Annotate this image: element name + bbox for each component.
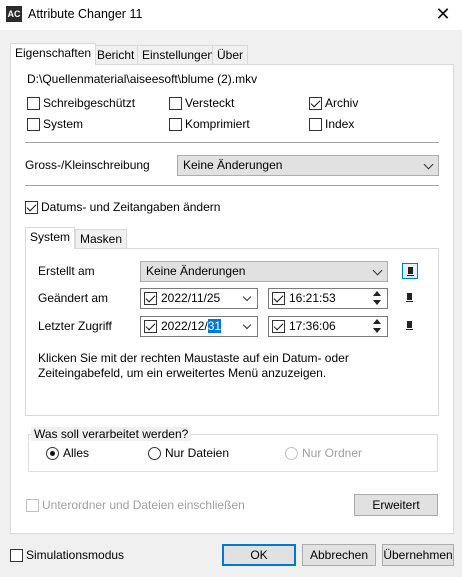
checkbox-system[interactable] [27,118,40,131]
apply-button[interactable]: Übernehmen [382,544,454,566]
chevron-down-icon [423,159,434,170]
label-index: Index [325,117,355,131]
label-alles: Alles [63,446,90,460]
separator [25,142,439,143]
checkbox-simulation[interactable] [10,549,23,562]
app-icon: AC [6,6,22,22]
modified-date-value: 2022/11/25 [161,291,221,305]
subtab-system[interactable]: System [25,227,76,249]
title-bar: AC Attribute Changer 11 ✕ [0,0,462,30]
ok-button[interactable]: OK [222,544,296,566]
modified-time-field[interactable]: 16:21:53 [268,288,388,309]
label-nur-dateien: Nur Dateien [165,446,230,460]
accessed-time-field[interactable]: 17:36:06 [268,316,388,337]
checkbox-archiv[interactable] [309,97,322,110]
modified-label: Geändert am [38,291,109,305]
label-archiv: Archiv [325,96,359,110]
datetime-label: Datums- und Zeitangaben ändern [41,200,221,214]
label-subfolders: Unterordner und Dateien einschließen [42,498,245,512]
checkbox-subfolders[interactable] [26,499,39,512]
separator [25,185,439,186]
accessed-menu-icon[interactable] [402,318,418,334]
modified-menu-icon[interactable] [402,290,418,306]
radio-nur-ordner[interactable] [285,447,298,460]
file-path: D:\Quellenmaterial\aiseesoft\blume (2).m… [27,72,258,86]
checkbox-datetime[interactable] [25,201,38,214]
modified-date-checkbox[interactable] [144,292,157,305]
modified-time-checkbox[interactable] [272,292,285,305]
created-select[interactable]: Keine Änderungen [140,261,388,282]
process-title: Was soll verarbeitet werden? [31,427,192,441]
cancel-button[interactable]: Abbrechen [302,544,376,566]
radio-nur-dateien[interactable] [148,447,161,460]
case-select-value: Keine Änderungen [183,158,283,172]
accessed-time-value: 17:36:06 [289,319,336,333]
radio-alles[interactable] [46,447,59,460]
tab-eigenschaften[interactable]: Eigenschaften [10,43,97,65]
chevron-down-icon[interactable] [242,292,252,302]
accessed-date-field[interactable]: 2022/12/31 [140,316,258,337]
accessed-date-value: 2022/12/31 [161,317,222,336]
label-versteckt: Versteckt [185,96,235,110]
tab-bericht[interactable]: Bericht [92,45,140,65]
modified-time-value: 16:21:53 [289,291,336,305]
label-nur-ordner: Nur Ordner [302,446,363,460]
subtab-masken[interactable]: Masken [75,229,128,249]
created-label: Erstellt am [38,264,95,278]
label-simulation: Simulationsmodus [26,548,125,562]
advanced-button[interactable]: Erweitert [354,494,438,516]
spinner-icon[interactable] [373,290,382,307]
checkbox-komprimiert[interactable] [169,118,182,131]
chevron-down-icon[interactable] [242,320,252,330]
accessed-date-prefix: 2022/12/ [161,319,208,333]
case-label: Gross-/Kleinschreibung [25,158,150,172]
close-icon[interactable]: ✕ [428,2,458,26]
label-schreibgeschuetzt: Schreibgeschützt [43,96,136,110]
accessed-date-checkbox[interactable] [144,320,157,333]
created-select-value: Keine Änderungen [146,264,246,278]
case-select[interactable]: Keine Änderungen [177,155,439,176]
label-system: System [43,117,84,131]
modified-date-field[interactable]: 2022/11/25 [140,288,258,309]
chevron-down-icon [372,265,383,276]
checkbox-schreibgeschuetzt[interactable] [27,97,40,110]
created-menu-icon[interactable] [402,263,418,279]
tab-einstellungen[interactable]: Einstellungen [137,45,220,65]
checkbox-index[interactable] [309,118,322,131]
window-title: Attribute Changer 11 [28,7,143,21]
spinner-icon[interactable] [373,318,382,335]
datetime-hint: Klicken Sie mit der rechten Maustaste au… [38,351,349,380]
tab-ueber[interactable]: Über [212,45,249,65]
accessed-label: Letzter Zugriff [38,319,112,333]
datetime-panel: Erstellt am Keine Änderungen Geändert am… [25,248,439,416]
label-komprimiert: Komprimiert [185,117,250,131]
dialog-client: Eigenschaften Bericht Einstellungen Über… [0,30,462,577]
accessed-time-checkbox[interactable] [272,320,285,333]
accessed-date-selected: 31 [207,319,222,333]
checkbox-versteckt[interactable] [169,97,182,110]
